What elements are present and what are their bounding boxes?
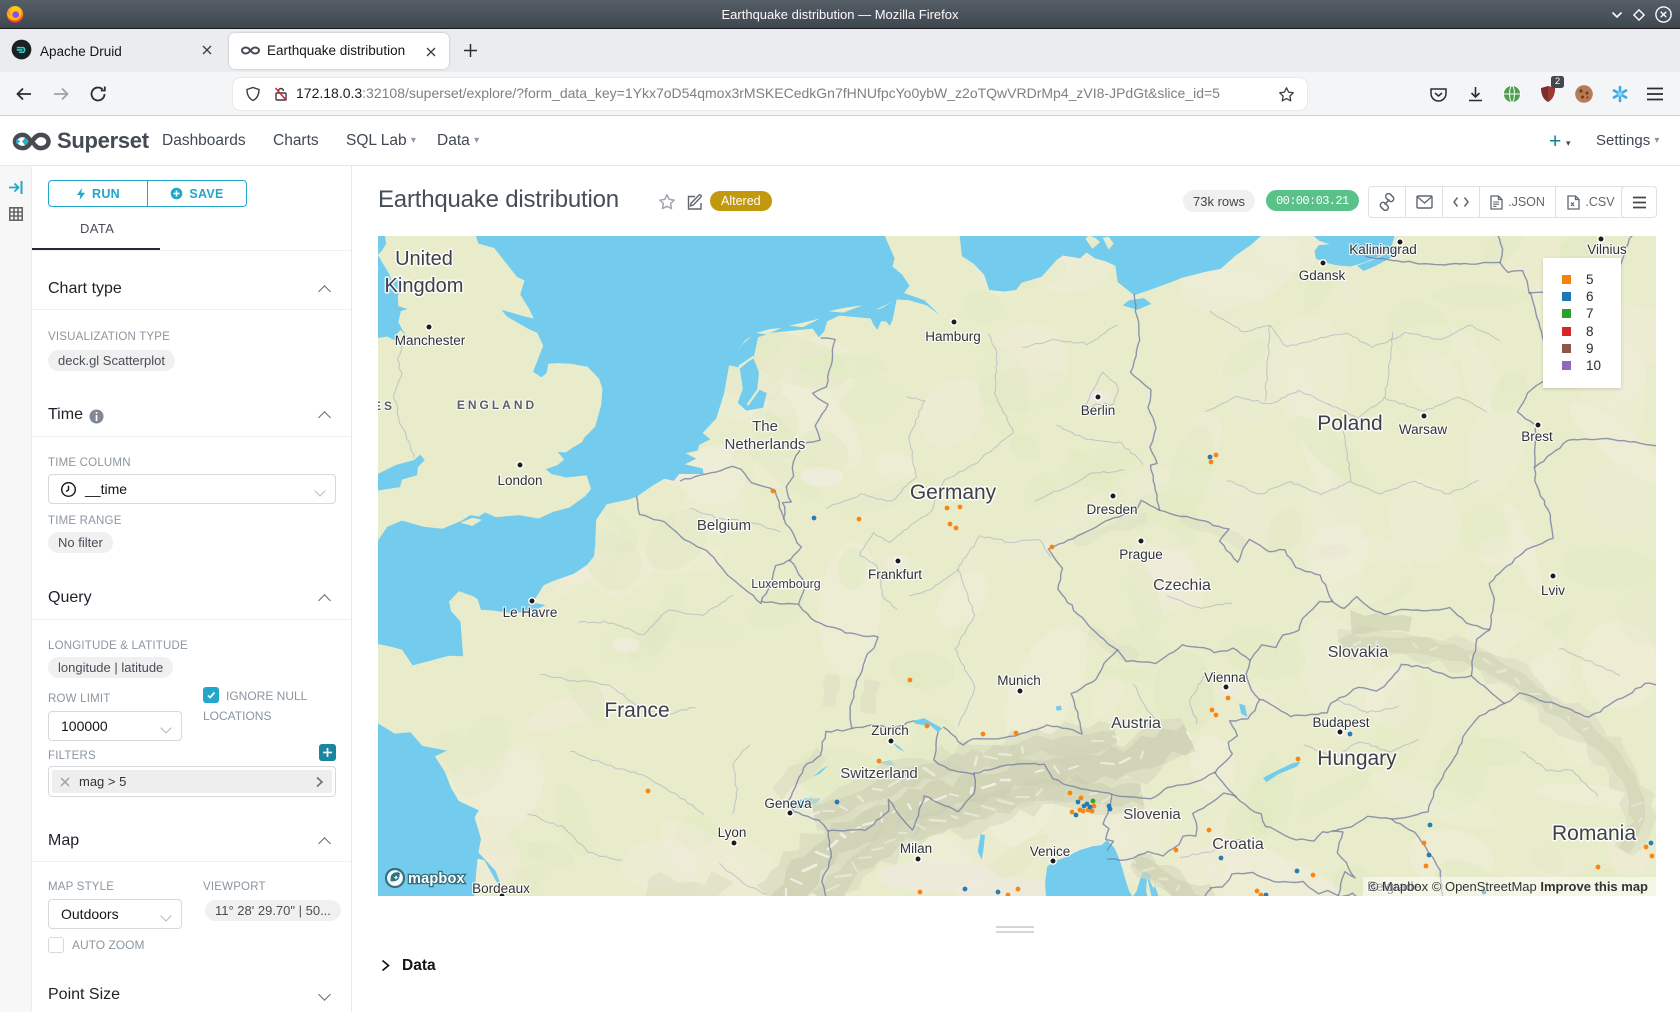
- svg-text:Kaliningrad: Kaliningrad: [1349, 242, 1417, 257]
- svg-text:Slovenia: Slovenia: [1123, 806, 1181, 823]
- svg-text:Luxembourg: Luxembourg: [751, 577, 821, 591]
- svg-text:Bordeaux: Bordeaux: [472, 881, 530, 896]
- svg-text:Poland: Poland: [1317, 412, 1382, 435]
- svg-text:Slovakia: Slovakia: [1328, 644, 1389, 661]
- svg-text:Budapest: Budapest: [1312, 715, 1369, 730]
- svg-text:Hamburg: Hamburg: [925, 329, 981, 344]
- svg-text:United: United: [395, 248, 453, 270]
- svg-text:Romania: Romania: [1552, 822, 1636, 845]
- svg-text:Munich: Munich: [997, 673, 1041, 688]
- svg-text:Germany: Germany: [910, 481, 997, 504]
- svg-text:The: The: [752, 418, 778, 435]
- svg-text:Gdansk: Gdansk: [1299, 268, 1346, 283]
- svg-text:Lyon: Lyon: [718, 825, 747, 840]
- svg-text:Belgium: Belgium: [697, 517, 751, 534]
- svg-text:Hungary: Hungary: [1317, 747, 1397, 770]
- svg-text:Brest: Brest: [1521, 429, 1553, 444]
- svg-text:Croatia: Croatia: [1212, 836, 1264, 853]
- svg-text:ENGLAND: ENGLAND: [457, 398, 537, 412]
- svg-text:Dresden: Dresden: [1086, 502, 1137, 517]
- svg-text:ES: ES: [378, 399, 395, 413]
- svg-text:Zurich: Zurich: [871, 723, 909, 738]
- svg-text:Warsaw: Warsaw: [1399, 422, 1448, 437]
- svg-text:Le Havre: Le Havre: [503, 605, 558, 620]
- svg-text:Netherlands: Netherlands: [725, 436, 806, 453]
- svg-text:Geneva: Geneva: [764, 796, 812, 811]
- svg-text:Venice: Venice: [1030, 844, 1071, 859]
- svg-text:Prague: Prague: [1119, 547, 1163, 562]
- svg-text:France: France: [604, 699, 669, 722]
- svg-text:Vilnius: Vilnius: [1587, 242, 1627, 257]
- svg-text:Czechia: Czechia: [1153, 577, 1211, 594]
- svg-text:Manchester: Manchester: [395, 333, 466, 348]
- svg-text:Frankfurt: Frankfurt: [868, 567, 922, 582]
- svg-text:mapbox: mapbox: [408, 871, 465, 887]
- svg-text:Switzerland: Switzerland: [840, 765, 918, 782]
- svg-text:London: London: [497, 473, 542, 488]
- svg-text:Lviv: Lviv: [1541, 583, 1565, 598]
- svg-text:Milan: Milan: [900, 841, 932, 856]
- svg-text:Kingdom: Kingdom: [385, 275, 464, 297]
- svg-text:Vienna: Vienna: [1204, 670, 1246, 685]
- svg-text:Austria: Austria: [1111, 715, 1161, 732]
- svg-text:Berlin: Berlin: [1081, 403, 1116, 418]
